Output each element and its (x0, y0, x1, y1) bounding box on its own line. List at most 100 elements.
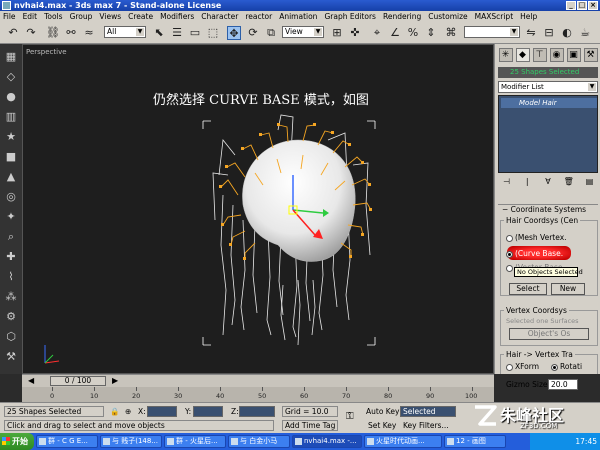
hierarchy-tab-icon[interactable]: ⊤ (532, 48, 547, 62)
pivot-center-icon[interactable]: ⊞ (330, 26, 344, 40)
auto-key-button[interactable]: Auto Key (366, 407, 399, 416)
maximize-button[interactable]: □ (577, 1, 587, 10)
menu-tools[interactable]: Tools (41, 11, 66, 22)
key-icon[interactable]: ⚿ (346, 411, 354, 422)
start-button[interactable]: 开始 (0, 433, 34, 450)
radio-curve-base[interactable]: (Curve Base. (506, 249, 563, 258)
rect-selection-icon[interactable]: ▭ (188, 26, 202, 40)
render-scene-icon[interactable]: ☕ (578, 26, 592, 40)
tube-icon[interactable]: ◎ (4, 190, 18, 204)
select-manipulate-icon[interactable]: ✜ (348, 26, 362, 40)
cylinder-icon[interactable]: ▥ (4, 110, 18, 124)
taskbar-item[interactable]: 与 白金小马 (228, 435, 290, 448)
utility-icon[interactable]: ⚒ (4, 350, 18, 364)
select-move-icon[interactable]: ✥ (227, 26, 241, 40)
menu-graph-editors[interactable]: Graph Editors (321, 11, 380, 22)
gizmo-size-spinner[interactable]: 20.0 (548, 379, 578, 390)
selection-info-field[interactable]: 25 Shapes Selected (498, 67, 598, 78)
menu-file[interactable]: File (0, 11, 20, 22)
link-icon[interactable]: ⛓ (46, 26, 60, 40)
absolute-mode-icon[interactable]: ⊕ (125, 407, 131, 416)
system-icon[interactable]: ⚙ (4, 310, 18, 324)
rollout-coordinate-systems[interactable]: − Coordinate Systems (498, 204, 598, 214)
next-frame-icon[interactable]: ▶ (112, 376, 118, 385)
percent-snap-icon[interactable]: % (406, 26, 420, 40)
menu-create[interactable]: Create (125, 11, 157, 22)
radio-xform[interactable]: XForm (506, 362, 539, 371)
stack-item-model-hair[interactable]: Model Hair (501, 98, 597, 108)
selection-filter-dropdown[interactable]: All ▼ (104, 26, 146, 38)
z-coord-field[interactable] (239, 406, 275, 417)
menu-character[interactable]: Character (198, 11, 242, 22)
perspective-viewport[interactable]: Perspective 仍然选择 CURVE BASE 模式，如图 (22, 44, 494, 374)
shape-icon[interactable]: ◇ (4, 70, 18, 84)
menu-modifiers[interactable]: Modifiers (157, 11, 198, 22)
taskbar-item[interactable]: 与 贱子(148... (100, 435, 162, 448)
minimize-button[interactable]: _ (566, 1, 576, 10)
select-object-icon[interactable]: ⬉ (152, 26, 166, 40)
object-os-button[interactable]: Object's Os (509, 328, 589, 340)
lock-selection-icon[interactable]: 🔒 (110, 407, 119, 416)
redo-icon[interactable]: ↷ (24, 26, 38, 40)
spacewarp-icon[interactable]: ⌇ (4, 270, 18, 284)
menu-reactor[interactable]: reactor (242, 11, 276, 22)
menu-edit[interactable]: Edit (20, 11, 42, 22)
time-slider[interactable]: 0 / 100 (50, 376, 106, 386)
named-selection-sets-dropdown[interactable]: ▼ (464, 26, 520, 38)
named-selection-icon[interactable]: ⌘ (444, 26, 458, 40)
show-end-result-icon[interactable]: ❘ (521, 176, 534, 188)
menu-customize[interactable]: Customize (425, 11, 471, 22)
modify-tab-icon[interactable]: ◆ (515, 48, 530, 62)
utilities-tab-icon[interactable]: ⚒ (583, 48, 598, 62)
spinner-snap-icon[interactable]: ⇕ (424, 26, 438, 40)
material-editor-icon[interactable]: ◐ (560, 26, 574, 40)
particle-icon[interactable]: ⁂ (4, 290, 18, 304)
angle-snap-icon[interactable]: ∠ (388, 26, 402, 40)
prev-frame-icon[interactable]: ◀ (28, 376, 34, 385)
menu-group[interactable]: Group (67, 11, 97, 22)
ref-coord-dropdown[interactable]: View ▼ (282, 26, 324, 38)
undo-icon[interactable]: ↶ (6, 26, 20, 40)
taskbar-item[interactable]: 火星时代动画... (364, 435, 442, 448)
taskbar-item[interactable]: 群 - 火星后... (164, 435, 226, 448)
select-by-name-icon[interactable]: ☰ (170, 26, 184, 40)
remove-modifier-icon[interactable]: 🗑 (562, 176, 575, 188)
create-geometry-icon[interactable]: ▦ (4, 50, 18, 64)
light-icon[interactable]: ✦ (4, 210, 18, 224)
set-key-button[interactable]: Set Key (368, 421, 396, 430)
align-icon[interactable]: ⊟ (542, 26, 556, 40)
make-unique-icon[interactable]: ∀ (542, 176, 555, 188)
box-icon[interactable]: ■ (4, 150, 18, 164)
key-mode-dropdown[interactable]: Selected (400, 406, 456, 417)
select-scale-icon[interactable]: ⧉ (264, 26, 278, 40)
taskbar-item[interactable]: 群 - C G E... (36, 435, 98, 448)
configure-sets-icon[interactable]: ▤ (583, 176, 596, 188)
add-time-tag-button[interactable]: Add Time Tag (282, 420, 338, 431)
select-button[interactable]: Select (509, 283, 547, 295)
x-coord-field[interactable] (147, 406, 177, 417)
camera-icon[interactable]: ⌕ (4, 230, 18, 244)
menu-help[interactable]: Help (517, 11, 541, 22)
radio-rotate[interactable]: Rotati (551, 362, 582, 371)
y-coord-field[interactable] (193, 406, 223, 417)
mirror-icon[interactable]: ⇋ (524, 26, 538, 40)
helper-icon[interactable]: ✚ (4, 250, 18, 264)
window-crossing-icon[interactable]: ⬚ (206, 26, 220, 40)
radio-mesh-vertex[interactable]: (Mesh Vertex. (506, 233, 567, 242)
new-button[interactable]: New (551, 283, 585, 295)
taskbar-item-active[interactable]: nvhai4.max -... (292, 435, 362, 448)
taskbar-item[interactable]: 12 - 画图 (444, 435, 506, 448)
create-tab-icon[interactable]: ✳ (498, 48, 513, 62)
select-rotate-icon[interactable]: ⟳ (246, 26, 260, 40)
menu-rendering[interactable]: Rendering (380, 11, 425, 22)
motion-tab-icon[interactable]: ◉ (549, 48, 564, 62)
dynamics-icon[interactable]: ⬡ (4, 330, 18, 344)
star-icon[interactable]: ★ (4, 130, 18, 144)
modifier-list-dropdown[interactable]: Modifier List ▼ (498, 81, 598, 93)
track-bar[interactable]: 0 10 20 30 40 50 60 70 80 90 100 (22, 387, 494, 402)
cone-icon[interactable]: ▲ (4, 170, 18, 184)
display-tab-icon[interactable]: ▣ (566, 48, 581, 62)
pin-stack-icon[interactable]: ⊣ (500, 176, 513, 188)
close-button[interactable]: × (588, 1, 598, 10)
unlink-icon[interactable]: ⚯ (64, 26, 78, 40)
